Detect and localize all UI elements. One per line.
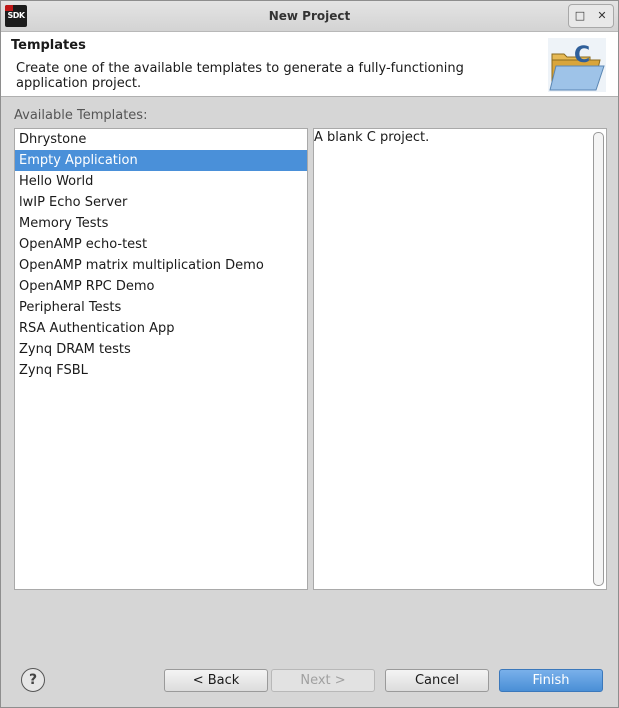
c-project-folder-icon: C	[548, 38, 606, 92]
maximize-icon[interactable]: □	[569, 5, 591, 27]
templates-list[interactable]: Dhrystone Empty Application Hello World …	[14, 128, 308, 590]
close-icon[interactable]: ✕	[591, 5, 613, 27]
next-button[interactable]: Next >	[271, 669, 375, 692]
list-item-dhrystone[interactable]: Dhrystone	[15, 129, 307, 150]
description-scrollbar[interactable]	[593, 132, 604, 586]
finish-button[interactable]: Finish	[499, 669, 603, 692]
list-item-openamp-echo-test[interactable]: OpenAMP echo-test	[15, 234, 307, 255]
window-title: New Project	[268, 9, 351, 23]
list-item-openamp-rpc-demo[interactable]: OpenAMP RPC Demo	[15, 276, 307, 297]
list-item-memory-tests[interactable]: Memory Tests	[15, 213, 307, 234]
list-item-peripheral-tests[interactable]: Peripheral Tests	[15, 297, 307, 318]
help-icon[interactable]: ?	[21, 668, 45, 692]
page-description: Create one of the available templates to…	[16, 61, 464, 91]
new-project-dialog: SDK New Project □ ✕ Templates Create one…	[0, 0, 619, 708]
list-item-empty-application[interactable]: Empty Application	[15, 150, 307, 171]
list-item-lwip-echo-server[interactable]: lwIP Echo Server	[15, 192, 307, 213]
cancel-button[interactable]: Cancel	[385, 669, 489, 692]
list-item-zynq-fsbl[interactable]: Zynq FSBL	[15, 360, 307, 381]
back-button[interactable]: < Back	[164, 669, 268, 692]
svg-text:C: C	[574, 43, 590, 68]
list-item-zynq-dram-tests[interactable]: Zynq DRAM tests	[15, 339, 307, 360]
page-title: Templates	[11, 38, 86, 53]
title-bar[interactable]: SDK New Project □ ✕	[1, 1, 618, 32]
wizard-header: Templates Create one of the available te…	[1, 32, 618, 97]
list-item-hello-world[interactable]: Hello World	[15, 171, 307, 192]
list-item-rsa-authentication-app[interactable]: RSA Authentication App	[15, 318, 307, 339]
template-description-panel: A blank C project.	[313, 128, 607, 590]
window-controls: □ ✕	[568, 4, 614, 28]
available-templates-label: Available Templates:	[14, 108, 148, 123]
template-description-text: A blank C project.	[314, 130, 430, 145]
list-item-openamp-matrix-multiplication-demo[interactable]: OpenAMP matrix multiplication Demo	[15, 255, 307, 276]
